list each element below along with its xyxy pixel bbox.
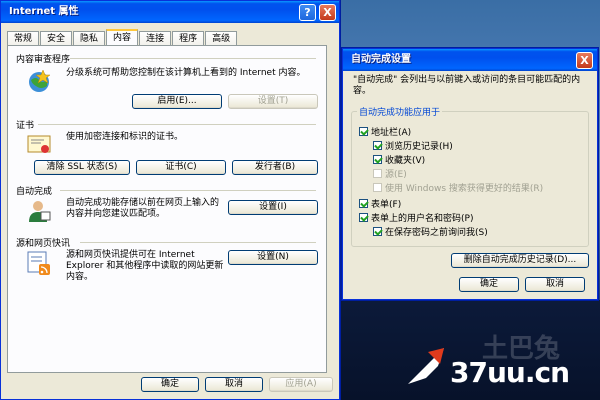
checkbox-box[interactable]	[373, 169, 382, 178]
delete-autocomplete-history-button[interactable]: 删除自动完成历史记录(D)...	[451, 253, 589, 268]
autocomplete-intro: "自动完成" 会列出与以前键入或访问的条目可能匹配的内容。	[353, 75, 581, 96]
checkbox-usernames-passwords[interactable]: 表单上的用户名和密码(P)	[359, 211, 473, 224]
autocomplete-titlebar: 自动完成设置	[343, 49, 597, 71]
checkbox-browsing-history[interactable]: 浏览历史记录(H)	[373, 139, 453, 152]
checkbox-box[interactable]	[373, 183, 382, 192]
main-title: Internet 属性	[9, 6, 79, 17]
checkbox-windows-search[interactable]: 使用 Windows 搜索获得更好的结果(R)	[373, 181, 543, 194]
cancel-button[interactable]: 取消	[205, 377, 263, 392]
tab-connections[interactable]: 连接	[139, 31, 172, 46]
autocomplete-group-label: 自动完成功能应用于	[357, 105, 443, 118]
close-button[interactable]: X	[319, 4, 336, 21]
feeds-desc: 源和网页快讯提供可在 Internet Explorer 和其他程序中读取的网站…	[66, 250, 224, 282]
checkbox-label: 使用 Windows 搜索获得更好的结果(R)	[385, 184, 544, 194]
tab-general[interactable]: 常规	[7, 31, 40, 46]
autocomplete-user-icon	[29, 201, 51, 222]
internet-options-window: Internet 属性 ? X 常规 安全 隐私 内容 连接 程序 高级 内容审…	[0, 0, 340, 400]
tab-security[interactable]: 安全	[40, 31, 73, 46]
autocomplete-title: 自动完成设置	[351, 54, 411, 65]
divider	[80, 242, 316, 243]
cancel-button[interactable]: 取消	[525, 277, 585, 292]
content-tab-panel: 内容审查程序 分级系统可帮助您控制在该计算机上看到的 Internet 内容。 …	[7, 45, 327, 373]
apply-button[interactable]: 应用(A)	[269, 377, 333, 392]
close-button[interactable]: X	[576, 52, 593, 69]
tab-strip: 常规 安全 隐私 内容 连接 程序 高级	[7, 29, 238, 47]
checkbox-address-bar[interactable]: 地址栏(A)	[359, 125, 411, 138]
checkbox-label: 收藏夹(V)	[385, 156, 426, 166]
main-titlebar: Internet 属性	[1, 1, 339, 23]
autocomplete-settings-window: 自动完成设置 X "自动完成" 会列出与以前键入或访问的条目可能匹配的内容。 自…	[342, 48, 598, 300]
watermark-arrow-icon	[408, 348, 444, 384]
autocomplete-desc: 自动完成功能存储以前在网页上输入的内容并向您建议匹配项。	[66, 198, 220, 219]
publishers-button[interactable]: 发行者(B)	[232, 160, 318, 175]
checkbox-box[interactable]	[373, 155, 382, 164]
ok-button[interactable]: 确定	[459, 277, 519, 292]
tab-programs[interactable]: 程序	[172, 31, 205, 46]
checkbox-forms[interactable]: 表单(F)	[359, 197, 401, 210]
tab-advanced[interactable]: 高级	[205, 31, 238, 46]
checkbox-label: 表单(F)	[371, 200, 402, 210]
checkbox-feeds[interactable]: 源(E)	[373, 167, 407, 180]
divider	[60, 190, 316, 191]
checkbox-label: 地址栏(A)	[371, 128, 412, 138]
checkbox-favorites[interactable]: 收藏夹(V)	[373, 153, 425, 166]
globe-icon	[29, 69, 51, 92]
ok-button[interactable]: 确定	[141, 377, 199, 392]
checkbox-box[interactable]	[359, 127, 368, 136]
checkbox-label: 源(E)	[385, 170, 407, 180]
checkbox-ask-before-saving[interactable]: 在保存密码之前询问我(S)	[373, 225, 488, 238]
certificate-icon	[27, 135, 51, 153]
checkbox-box[interactable]	[359, 199, 368, 208]
feeds-icon	[27, 251, 50, 275]
enable-button[interactable]: 启用(E)...	[132, 94, 222, 109]
autocomplete-label: 自动完成	[16, 187, 53, 197]
checkbox-box[interactable]	[359, 213, 368, 222]
certificates-button[interactable]: 证书(C)	[136, 160, 226, 175]
divider	[70, 58, 316, 59]
autocomplete-settings-button[interactable]: 设置(I)	[228, 200, 318, 215]
content-advisor-label: 内容审查程序	[16, 55, 71, 65]
feeds-settings-button[interactable]: 设置(N)	[228, 250, 318, 265]
certificates-desc: 使用加密连接和标识的证书。	[66, 132, 184, 142]
checkbox-label: 浏览历史记录(H)	[385, 142, 453, 152]
checkbox-label: 在保存密码之前询问我(S)	[385, 228, 488, 238]
feeds-label: 源和网页快讯	[16, 239, 71, 249]
divider	[38, 124, 316, 125]
content-advisor-desc: 分级系统可帮助您控制在该计算机上看到的 Internet 内容。	[66, 68, 306, 78]
checkbox-box[interactable]	[373, 141, 382, 150]
checkbox-label: 表单上的用户名和密码(P)	[371, 214, 474, 224]
watermark-site: 37uu.cn	[450, 356, 570, 389]
certificates-label: 证书	[16, 121, 35, 131]
help-button[interactable]: ?	[299, 4, 316, 21]
clear-ssl-button[interactable]: 清除 SSL 状态(S)	[34, 160, 130, 175]
checkbox-box[interactable]	[373, 227, 382, 236]
content-advisor-settings-button[interactable]: 设置(T)	[228, 94, 318, 109]
tab-privacy[interactable]: 隐私	[73, 31, 106, 46]
